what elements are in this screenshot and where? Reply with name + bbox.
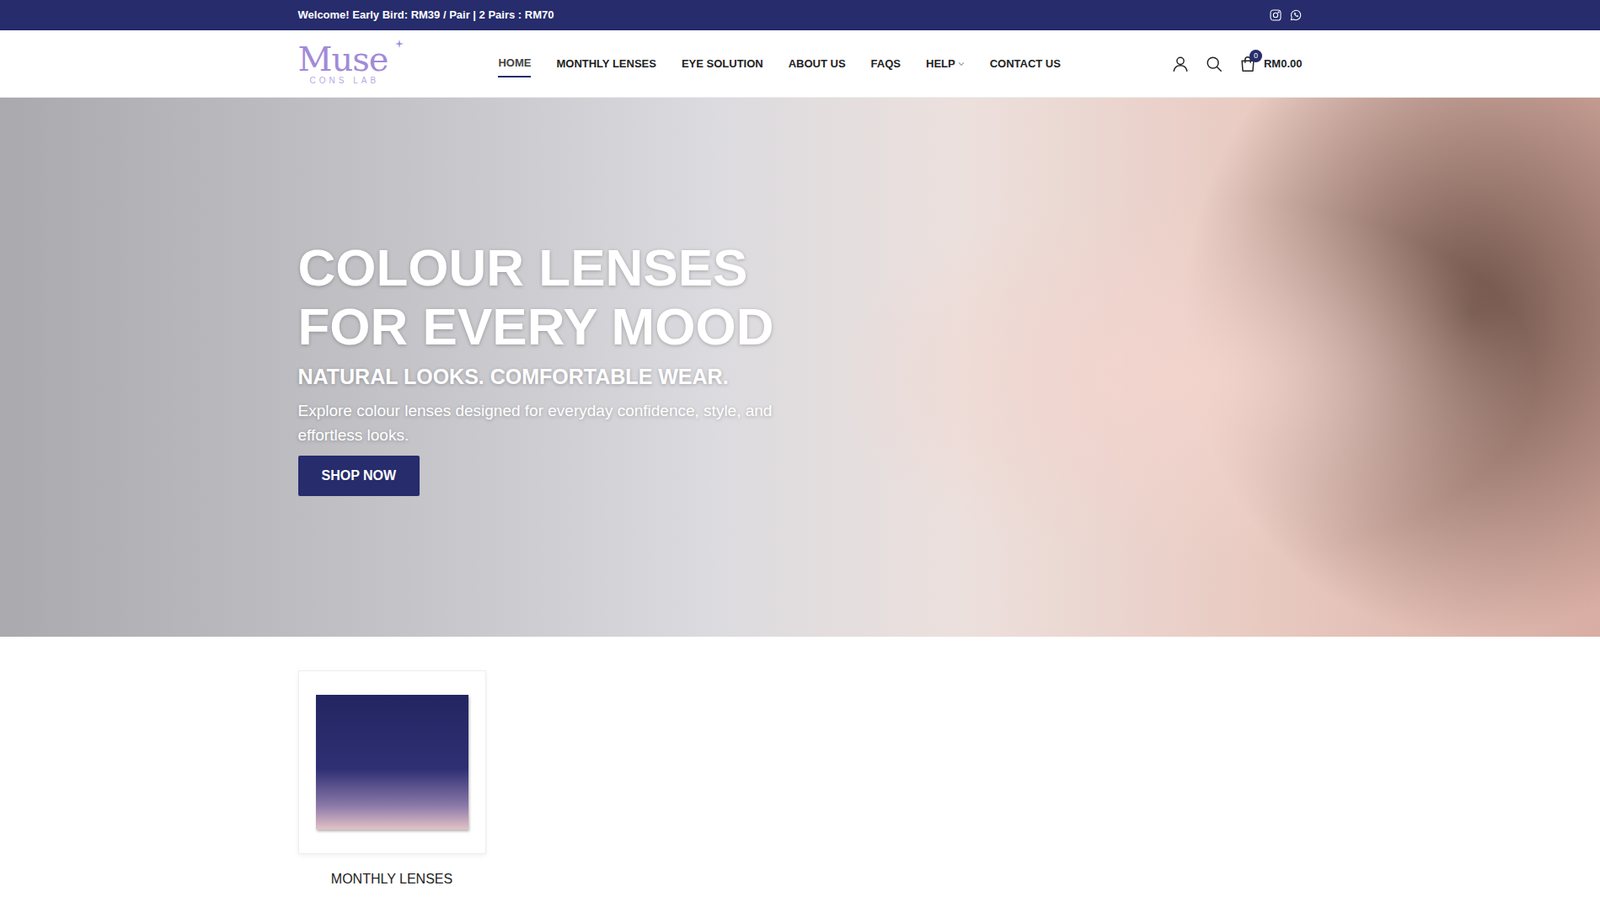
nav-item[interactable]: HELP	[925, 50, 965, 78]
cart-total: RM0.00	[1263, 55, 1303, 73]
nav-label: HOME	[497, 54, 531, 72]
user-icon[interactable]	[1171, 54, 1190, 74]
hero-banner: COLOUR LENSES FOR EVERY MOOD NATURAL LOOK…	[0, 97, 1600, 637]
nav-label: MONTHLY LENSES	[556, 55, 656, 73]
nav-item[interactable]: ABOUT US	[788, 50, 846, 78]
nav-label: ABOUT US	[788, 55, 846, 73]
logo[interactable]: MuseCONS LAB	[298, 42, 389, 86]
social-links	[1268, 8, 1303, 22]
whatsapp-icon[interactable]	[1289, 8, 1303, 22]
nav-item[interactable]: MONTHLY LENSES	[556, 50, 656, 78]
hero-subtitle: NATURAL LOOKS. COMFORTABLE WEAR.	[298, 361, 787, 394]
nav-label: HELP	[925, 55, 956, 73]
category-label: MONTHLY LENSES	[331, 869, 453, 890]
logo-name: Muse	[298, 39, 389, 79]
hero-text: COLOUR LENSES FOR EVERY MOOD NATURAL LOOK…	[298, 238, 787, 498]
shop-now-button[interactable]: SHOP NOW	[298, 455, 421, 497]
nav-item[interactable]: EYE SOLUTION	[681, 50, 764, 78]
nav-label: FAQS	[871, 55, 901, 73]
chevron-down-icon	[955, 60, 965, 68]
product-image	[315, 695, 469, 830]
header-tools: 0RM0.00	[1171, 54, 1303, 74]
announcement-bar: Welcome! Early Bird: RM39 / Pair | 2 Pai…	[0, 0, 1600, 31]
nav-item[interactable]: CONTACT US	[989, 50, 1061, 78]
announcement-text: Welcome! Early Bird: RM39 / Pair | 2 Pai…	[298, 6, 555, 24]
search-icon[interactable]	[1204, 54, 1224, 74]
category-card[interactable]: MONTHLY LENSES	[298, 670, 487, 890]
sparkle-icon	[385, 40, 396, 51]
cart-link[interactable]: 0RM0.00	[1238, 54, 1303, 74]
nav-item[interactable]: FAQS	[871, 50, 901, 78]
hero-text: Explore colour lenses designed for every…	[298, 399, 787, 448]
instagram-icon[interactable]	[1268, 8, 1283, 22]
cart-count-badge: 0	[1249, 49, 1263, 63]
category-list: MONTHLY LENSES	[285, 636, 1316, 890]
nav-label: CONTACT US	[989, 55, 1061, 73]
nav-label: EYE SOLUTION	[681, 55, 764, 73]
site-header: MuseCONS LAB HOME MONTHLY LENSES EYE SOLUTI…	[0, 30, 1600, 98]
main-nav: HOME MONTHLY LENSES EYE SOLUTION ABOUT US FA…	[387, 49, 1172, 79]
nav-item[interactable]: HOME	[497, 49, 531, 79]
hero-title: COLOUR LENSES FOR EVERY MOOD	[298, 238, 787, 357]
